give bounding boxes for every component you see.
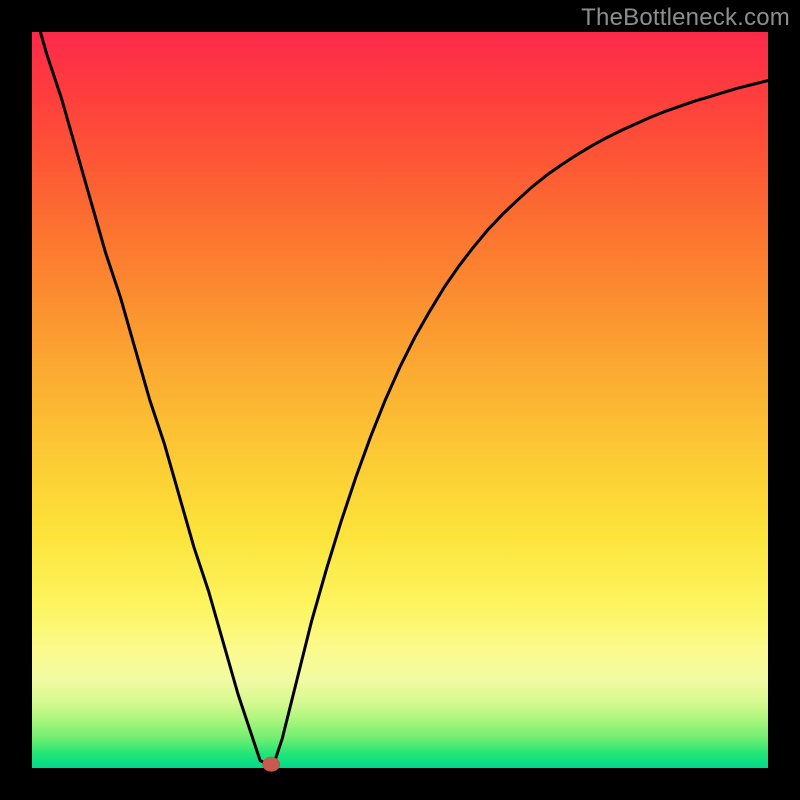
optimal-point-marker (262, 757, 280, 772)
chart-frame: TheBottleneck.com (0, 0, 800, 800)
plot-area (32, 32, 768, 768)
chart-svg (32, 32, 768, 768)
watermark-text: TheBottleneck.com (581, 4, 790, 32)
bottleneck-curve (32, 3, 768, 765)
